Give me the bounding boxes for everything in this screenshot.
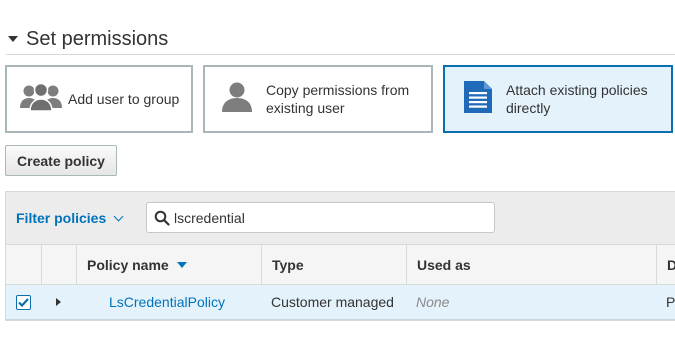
option-label: Attach existing policies directly — [506, 81, 648, 117]
section-divider — [6, 54, 675, 55]
expand-row-icon[interactable] — [56, 298, 61, 306]
document-icon — [461, 79, 495, 120]
policy-name-link[interactable]: LsCredentialPolicy — [109, 294, 225, 310]
create-policy-button[interactable]: Create policy — [5, 145, 117, 176]
search-box[interactable] — [146, 202, 495, 233]
policy-table-panel: Filter policies Policy name Type Used as… — [5, 191, 675, 321]
section-header[interactable]: Set permissions — [6, 26, 168, 52]
cell-policy-name: LsCredentialPolicy — [76, 285, 261, 319]
cell-used-as: None — [416, 294, 450, 310]
search-icon — [154, 210, 170, 226]
column-header-type[interactable]: Type — [261, 245, 406, 284]
option-label-line2: existing user — [266, 100, 345, 116]
option-add-user-to-group[interactable]: Add user to group — [5, 65, 193, 133]
filter-policies-dropdown[interactable]: Filter policies — [16, 210, 124, 226]
option-label-line1: Attach existing policies — [506, 82, 648, 98]
option-label-line2: directly — [506, 100, 551, 116]
column-header-description[interactable]: D — [656, 245, 675, 284]
cell-type: Customer managed — [271, 294, 394, 310]
row-expand-cell — [41, 285, 76, 319]
option-attach-policies[interactable]: Attach existing policies directly — [443, 65, 673, 133]
row-select-cell — [6, 285, 41, 319]
column-header-policy-name[interactable]: Policy name — [76, 245, 261, 284]
user-icon — [220, 81, 254, 118]
header-expand-cell — [41, 245, 76, 284]
option-label: Copy permissions from existing user — [266, 81, 409, 117]
option-label: Add user to group — [68, 91, 180, 107]
option-copy-permissions[interactable]: Copy permissions from existing user — [203, 65, 433, 133]
section-title: Set permissions — [26, 27, 169, 50]
filter-bar: Filter policies — [6, 192, 675, 244]
row-checkbox[interactable] — [16, 294, 31, 310]
cell-description: Po — [666, 294, 675, 310]
table-row[interactable]: LsCredentialPolicy Customer managed None… — [6, 285, 675, 320]
sort-descending-icon[interactable] — [176, 261, 187, 268]
header-select-cell — [6, 245, 41, 284]
option-label-line1: Copy permissions from — [266, 82, 410, 98]
column-header-label: Policy name — [87, 256, 169, 273]
chevron-down-icon — [113, 211, 124, 221]
users-group-icon — [19, 81, 63, 118]
column-header-used-as[interactable]: Used as — [406, 245, 656, 284]
collapse-caret-icon[interactable] — [8, 36, 18, 42]
filter-policies-label: Filter policies — [16, 210, 107, 226]
checkmark-icon — [18, 297, 29, 307]
table-header: Policy name Type Used as D — [6, 244, 675, 285]
search-input[interactable] — [174, 209, 474, 226]
